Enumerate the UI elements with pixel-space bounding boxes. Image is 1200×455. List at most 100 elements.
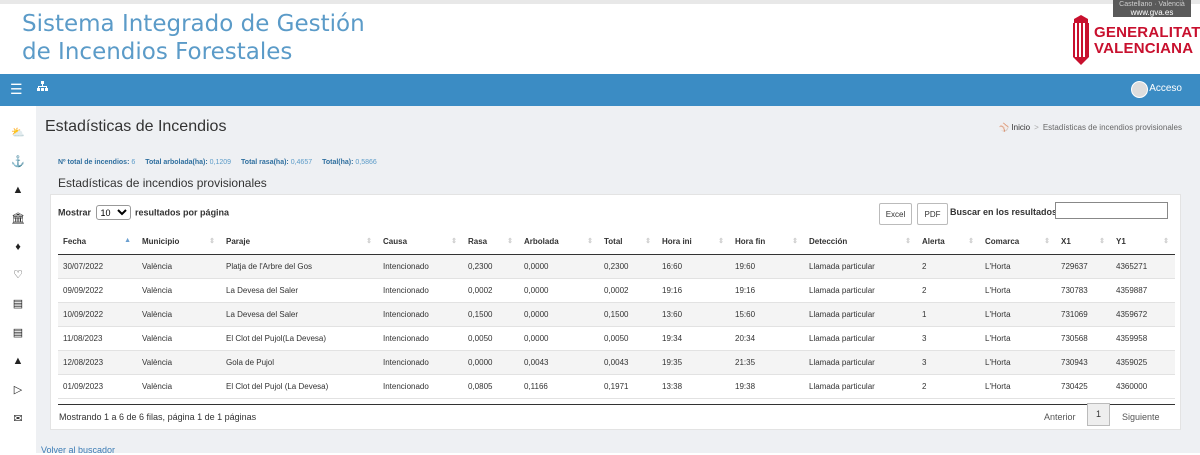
total-fires-value: 6 [131, 159, 136, 166]
table-bottom-rule [58, 404, 1175, 405]
sort-icon: ⇕ [792, 238, 798, 245]
excel-button[interactable]: Excel [879, 203, 912, 225]
results-card: Mostrar 10 resultados por página Excel P… [50, 194, 1181, 430]
cell-causa: Intencionado [378, 350, 463, 375]
totals-summary: Nº total de incendios: 6 Total arbolada(… [58, 159, 385, 166]
col-paraje[interactable]: Paraje ⇕ [221, 229, 378, 255]
col-rasa-label: Rasa [468, 236, 488, 246]
sort-icon: ⇕ [507, 238, 513, 245]
search-input[interactable] [1055, 202, 1168, 219]
cell-y1: 4360000 [1111, 374, 1175, 399]
table-title: Estadísticas de incendios provisionales [58, 176, 267, 190]
cell-x1: 730568 [1056, 326, 1111, 351]
weather-icon[interactable]: ⛅ [9, 124, 27, 142]
table-row[interactable]: 01/09/2023 València El Clot del Pujol (La … [58, 374, 1175, 399]
col-paraje-label: Paraje [226, 236, 251, 246]
cell-fecha: 30/07/2022 [58, 253, 137, 279]
document-icon[interactable]: ▤ [9, 324, 27, 342]
login-link[interactable]: Acceso [1149, 83, 1182, 94]
graduation-cap-icon[interactable]: ▲ [9, 352, 27, 370]
table-row[interactable]: 09/09/2022 València La Devesa del Saler Int… [58, 278, 1175, 303]
cell-paraje: Gola de Pujol [221, 350, 378, 375]
cell-fecha: 12/08/2023 [58, 350, 137, 375]
cell-rasa: 0,1500 [463, 302, 519, 327]
main-content: Estadísticas de Incendios ⚾ Inicio > Estad… [36, 106, 1200, 455]
col-x1[interactable]: X1 ⇕ [1056, 229, 1111, 255]
table-row[interactable]: 11/08/2023 València El Clot del Pujol(La D… [58, 326, 1175, 351]
col-hora-fin-label: Hora fin [735, 236, 766, 246]
breadcrumb-home[interactable]: ⚾ Inicio [999, 123, 1030, 132]
col-deteccion[interactable]: Detección ⇕ [804, 229, 917, 255]
results-table: Fecha ▲ Municipio ⇕ Paraje ⇕ Causa ⇕ Rasa ⇕ A… [58, 229, 1175, 399]
cell-arbolada: 0,0000 [519, 326, 599, 351]
cell-y1: 4359672 [1111, 302, 1175, 327]
col-municipio[interactable]: Municipio ⇕ [137, 229, 221, 255]
tree-icon[interactable]: ▲ [9, 181, 27, 199]
page-size-select[interactable]: 10 [95, 205, 131, 220]
col-hora-fin[interactable]: Hora fin ⇕ [730, 229, 804, 255]
cell-municipio: València [137, 302, 221, 327]
sitemap-icon[interactable] [37, 81, 48, 95]
pdf-button[interactable]: PDF [917, 203, 948, 225]
generalitat-logo[interactable]: GENERALITAT VALENCIANA [1070, 15, 1200, 67]
envelope-icon[interactable]: ✉ [9, 410, 27, 428]
col-total[interactable]: Total ⇕ [599, 229, 657, 255]
pagination-current-page[interactable]: 1 [1087, 403, 1110, 426]
sort-icon: ⇕ [366, 238, 372, 245]
sort-icon: ⇕ [209, 238, 215, 245]
cell-municipio: València [137, 253, 221, 279]
sort-icon: ⇕ [968, 238, 974, 245]
col-arbolada[interactable]: Arbolada ⇕ [519, 229, 599, 255]
user-avatar-icon[interactable] [1131, 81, 1148, 98]
hamburger-icon[interactable]: ☰ [10, 81, 23, 98]
cell-fecha: 10/09/2022 [58, 302, 137, 327]
breadcrumb-current: Estadísticas de incendios provisionales [1042, 123, 1182, 132]
cell-hora-ini: 16:60 [657, 253, 730, 279]
coat-of-arms-icon [1073, 15, 1089, 65]
table-row[interactable]: 12/08/2023 València Gola de Pujol Intencion… [58, 350, 1175, 375]
cell-y1: 4359887 [1111, 278, 1175, 303]
total-fires-label: Nº total de incendios: [58, 159, 130, 166]
ship-icon[interactable]: ⚓ [9, 153, 27, 171]
pagination-previous[interactable]: Anterior [1044, 412, 1076, 422]
cell-causa: Intencionado [378, 253, 463, 279]
cell-deteccion: Llamada particular [804, 374, 917, 399]
back-to-search-link[interactable]: Volver al buscador [41, 445, 115, 455]
sort-asc-icon: ▲ [124, 237, 131, 244]
cell-total: 0,0050 [599, 326, 657, 351]
pagination-next[interactable]: Siguiente [1122, 412, 1160, 422]
table-row[interactable]: 30/07/2022 València Platja de l'Arbre del … [58, 253, 1175, 279]
building-icon[interactable]: 🏛 [9, 210, 27, 228]
table-header-row: Fecha ▲ Municipio ⇕ Paraje ⇕ Causa ⇕ Rasa ⇕ A… [58, 229, 1175, 255]
fire-icon[interactable]: ♦ [9, 238, 27, 256]
col-hora-ini-label: Hora ini [662, 236, 692, 246]
cell-hora-fin: 15:60 [730, 302, 804, 327]
cell-x1: 731069 [1056, 302, 1111, 327]
cell-hora-ini: 19:35 [657, 350, 730, 375]
col-rasa[interactable]: Rasa ⇕ [463, 229, 519, 255]
cell-y1: 4359958 [1111, 326, 1175, 351]
col-comarca[interactable]: Comarca ⇕ [980, 229, 1056, 255]
cell-comarca: L'Horta [980, 374, 1056, 399]
col-y1[interactable]: Y1 ⇕ [1111, 229, 1175, 255]
col-fecha-label: Fecha [63, 236, 87, 246]
heart-icon[interactable]: ♡ [9, 266, 27, 284]
cell-x1: 729637 [1056, 253, 1111, 279]
total-rasa-label: Total rasa(ha): [241, 159, 289, 166]
megaphone-icon[interactable]: ▷ [9, 381, 27, 399]
cell-rasa: 0,0002 [463, 278, 519, 303]
document-icon[interactable]: ▤ [9, 295, 27, 313]
cell-arbolada: 0,0043 [519, 350, 599, 375]
cell-total: 0,0002 [599, 278, 657, 303]
col-fecha[interactable]: Fecha ▲ [58, 229, 137, 255]
col-hora-ini[interactable]: Hora ini ⇕ [657, 229, 730, 255]
cell-paraje: La Devesa del Saler [221, 302, 378, 327]
sort-icon: ⇕ [905, 238, 911, 245]
total-ha-label: Total(ha): [322, 159, 354, 166]
app-title: Sistema Integrado de Gestión de Incendio… [22, 10, 365, 66]
col-deteccion-label: Detección [809, 236, 848, 246]
col-causa[interactable]: Causa ⇕ [378, 229, 463, 255]
col-alerta[interactable]: Alerta ⇕ [917, 229, 980, 255]
table-row[interactable]: 10/09/2022 València La Devesa del Saler Int… [58, 302, 1175, 327]
total-arbolada-label: Total arbolada(ha): [145, 159, 208, 166]
